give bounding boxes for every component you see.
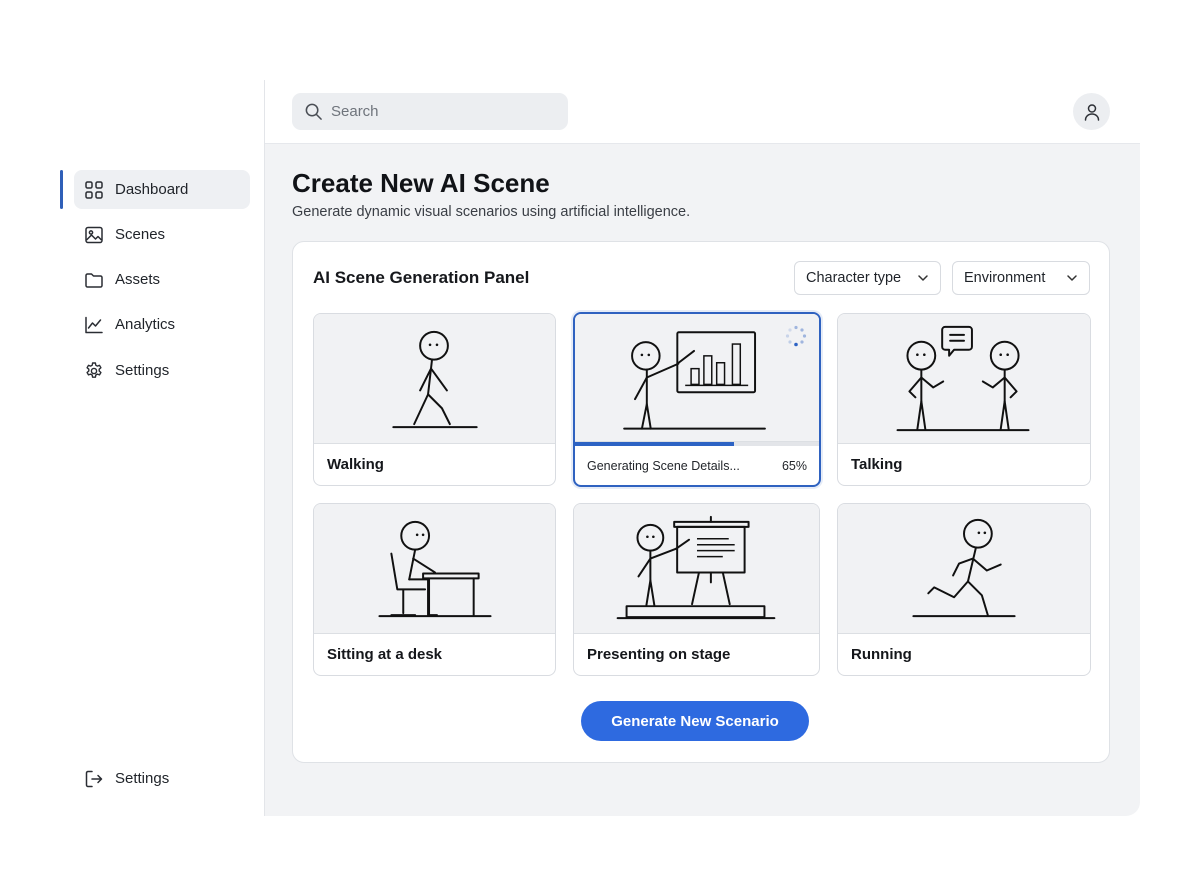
scene-card-running[interactable]: Running [837,503,1091,676]
progress-percent: 65% [781,459,807,473]
sidebar: Dashboard Scenes Assets Analytics Settin [60,80,265,816]
talking-figures-illustration [838,314,1090,444]
page-title: Create New AI Scene [292,168,550,198]
card-label: Sitting at a desk [327,646,443,663]
scene-card-walking[interactable]: Walking [313,313,556,486]
presenting-chart-illustration [575,314,819,442]
scene-card-generating[interactable]: Generating Scene Details... 65% [573,312,821,487]
grid-icon [84,180,104,200]
sidebar-item-label: Assets [115,271,161,288]
card-label: Walking [327,456,384,473]
scene-generation-panel: AI Scene Generation Panel Character type… [292,241,1110,763]
image-icon [84,225,104,245]
sidebar-item-label: Dashboard [115,181,189,198]
page-subtitle: Generate dynamic visual scenarios using … [292,204,691,220]
sidebar-item-analytics[interactable]: Analytics [74,305,250,344]
select-value: Environment [964,270,1046,286]
sidebar-item-scenes[interactable]: Scenes [74,215,250,254]
card-label: Presenting on stage [587,646,731,663]
environment-select[interactable]: Environment [952,261,1090,295]
search-input[interactable] [331,103,551,120]
logout-icon [84,769,104,789]
sidebar-item-settings[interactable]: Settings [74,351,250,390]
generate-new-scenario-button[interactable]: Generate New Scenario [581,701,809,741]
sidebar-item-dashboard[interactable]: Dashboard [74,170,250,209]
folder-icon [84,270,104,290]
sidebar-item-label: Analytics [115,316,176,333]
sidebar-item-label: Scenes [115,226,166,243]
search-box[interactable] [292,93,568,130]
character-type-select[interactable]: Character type [794,261,941,295]
running-figure-illustration [838,504,1090,634]
line-chart-icon [84,315,104,335]
scene-card-sitting-at-a-desk[interactable]: Sitting at a desk [313,503,556,676]
progress-bar [575,442,819,446]
user-icon [1082,102,1102,122]
presenting-on-stage-illustration [574,504,819,634]
scene-card-presenting-on-stage[interactable]: Presenting on stage [573,503,820,676]
sidebar-footer-settings[interactable]: Settings [74,759,250,798]
progress-bar-fill [575,442,734,446]
chevron-down-icon [1066,272,1078,284]
search-icon [304,102,323,121]
top-bar [265,80,1140,144]
sitting-at-desk-illustration [314,504,555,634]
loading-spinner-icon [785,325,807,347]
scene-card-talking[interactable]: Talking [837,313,1091,486]
walking-figure-illustration [314,314,555,444]
chevron-down-icon [917,272,929,284]
user-avatar-button[interactable] [1073,93,1110,130]
generating-status-text: Generating Scene Details... [587,459,740,473]
gear-icon [84,361,104,381]
sidebar-item-label: Settings [115,362,170,379]
sidebar-item-assets[interactable]: Assets [74,260,250,299]
card-label: Running [851,646,912,663]
card-label: Talking [851,456,903,473]
main-content: Create New AI Scene Generate dynamic vis… [265,144,1140,816]
app-window: Dashboard Scenes Assets Analytics Settin [60,80,1140,816]
active-indicator [60,170,63,209]
panel-title: AI Scene Generation Panel [313,268,530,287]
select-value: Character type [806,270,902,286]
sidebar-item-label: Settings [115,770,170,787]
